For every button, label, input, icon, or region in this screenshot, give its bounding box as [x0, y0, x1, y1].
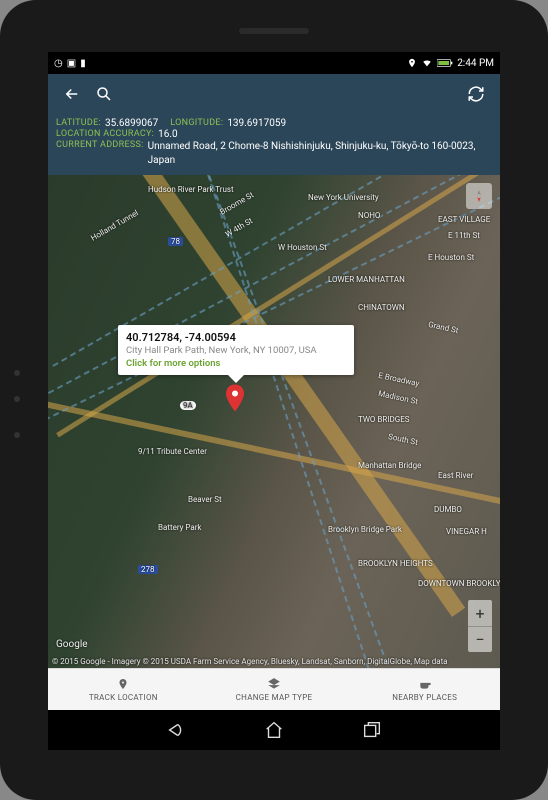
map-label: Hudson River Park Trust: [148, 185, 234, 194]
map-label: W Houston St: [278, 243, 327, 252]
notification-icon: ◷: [54, 58, 63, 69]
map-label: E Broadway: [378, 371, 421, 388]
map-label: Manhattan Bridge: [358, 461, 421, 470]
map-label: DOWNTOWN BROOKLYN: [418, 579, 500, 588]
map-label: LOWER MANHATTAN: [328, 275, 405, 284]
map-label: Madison St: [378, 389, 419, 406]
latitude-value: 35.6899067: [105, 118, 158, 129]
battery-icon: [437, 58, 453, 68]
longitude-label: LONGITUDE:: [170, 118, 223, 129]
map-label: 78: [168, 237, 183, 246]
tablet-sensor: [14, 370, 20, 376]
action-label: CHANGE MAP TYPE: [236, 693, 313, 702]
accuracy-value: 16.0: [158, 129, 178, 140]
map-label: Grand St: [427, 320, 459, 335]
address-label: CURRENT ADDRESS:: [56, 140, 144, 150]
tablet-speaker: [239, 28, 309, 34]
map-label: W 4th St: [224, 216, 254, 239]
map-label: Battery Park: [158, 523, 201, 532]
map-label: EAST VILLAGE: [438, 215, 490, 224]
tablet-frame: ◷ ▣ ▮ 2:44 PM L: [0, 0, 548, 800]
status-bar: ◷ ▣ ▮ 2:44 PM: [48, 52, 500, 74]
zoom-in-button[interactable]: +: [468, 600, 492, 626]
action-label: NEARBY PLACES: [392, 693, 457, 702]
change-map-type-button[interactable]: CHANGE MAP TYPE: [199, 669, 350, 710]
status-right-icons: 2:44 PM: [407, 58, 494, 69]
map-label: BROOKLYN HEIGHTS: [358, 559, 433, 568]
map-canvas[interactable]: Hudson River Park Trust Holland Tunnel N…: [48, 175, 500, 668]
nav-back-button[interactable]: [162, 716, 190, 744]
layers-icon: [267, 677, 281, 691]
map-label: Holland Tunnel: [89, 208, 139, 242]
map-label: South St: [387, 432, 418, 447]
callout-more-link[interactable]: Click for more options: [126, 358, 346, 369]
location-info-panel: LATITUDE: 35.6899067 LONGITUDE: 139.6917…: [48, 114, 500, 175]
map-attribution: © 2015 Google - Imagery © 2015 USDA Farm…: [52, 657, 448, 666]
bottom-action-bar: TRACK LOCATION CHANGE MAP TYPE NEARBY PL…: [48, 668, 500, 710]
nav-recents-button[interactable]: [358, 716, 386, 744]
map-label: DUMBO: [434, 505, 462, 514]
map-label: NOHO: [358, 211, 380, 220]
map-label: VINEGAR H: [446, 527, 487, 536]
status-time: 2:44 PM: [457, 58, 494, 69]
compass-button[interactable]: [466, 183, 492, 209]
coffee-icon: [418, 677, 432, 691]
tablet-sensor: [14, 396, 20, 402]
longitude-value: 139.6917059: [227, 118, 286, 129]
accuracy-label: LOCATION ACCURACY:: [56, 129, 154, 140]
map-marker[interactable]: [226, 384, 244, 402]
camera-icon: ▣: [67, 58, 76, 69]
nearby-places-button[interactable]: NEARBY PLACES: [349, 669, 500, 710]
action-label: TRACK LOCATION: [89, 693, 158, 702]
map-label: New York University: [308, 193, 379, 202]
map-label: Beaver St: [188, 495, 222, 504]
location-pin-icon: [117, 677, 129, 691]
callout-subtitle: City Hall Park Path, New York, NY 10007,…: [126, 345, 346, 356]
search-button[interactable]: [88, 78, 120, 110]
map-label: 9A: [180, 401, 196, 410]
zoom-out-button[interactable]: −: [468, 626, 492, 652]
wifi-icon: [421, 58, 433, 68]
map-label: East River: [438, 471, 473, 480]
map-label: 278: [138, 565, 158, 574]
map-label: TWO BRIDGES: [358, 415, 410, 424]
map-label: CHINATOWN: [358, 303, 405, 312]
adb-icon: ▮: [80, 58, 86, 69]
screen: ◷ ▣ ▮ 2:44 PM L: [48, 52, 500, 750]
map-label: E Houston St: [428, 253, 474, 262]
map-label: 9/11 Tribute Center: [138, 447, 207, 456]
map-label: Google: [56, 639, 88, 650]
tablet-sensor: [14, 432, 20, 438]
latitude-label: LATITUDE:: [56, 118, 101, 129]
refresh-button[interactable]: [460, 78, 492, 110]
map-callout[interactable]: 40.712784, -74.00594 City Hall Park Path…: [118, 325, 354, 375]
zoom-controls: + −: [468, 600, 492, 652]
map-label: Brooklyn Bridge Park: [328, 525, 402, 534]
map-label: E 11th St: [448, 231, 480, 240]
callout-title: 40.712784, -74.00594: [126, 331, 346, 344]
app-toolbar: [48, 74, 500, 114]
system-nav-bar: [48, 710, 500, 750]
nav-home-button[interactable]: [260, 716, 288, 744]
status-left-icons: ◷ ▣ ▮: [54, 58, 86, 69]
location-icon: [407, 58, 417, 68]
map-label: Broome St: [218, 190, 255, 216]
back-button[interactable]: [56, 78, 88, 110]
track-location-button[interactable]: TRACK LOCATION: [48, 669, 199, 710]
address-value: Unnamed Road, 2 Chome-8 Nishishinjuku, S…: [148, 140, 492, 167]
